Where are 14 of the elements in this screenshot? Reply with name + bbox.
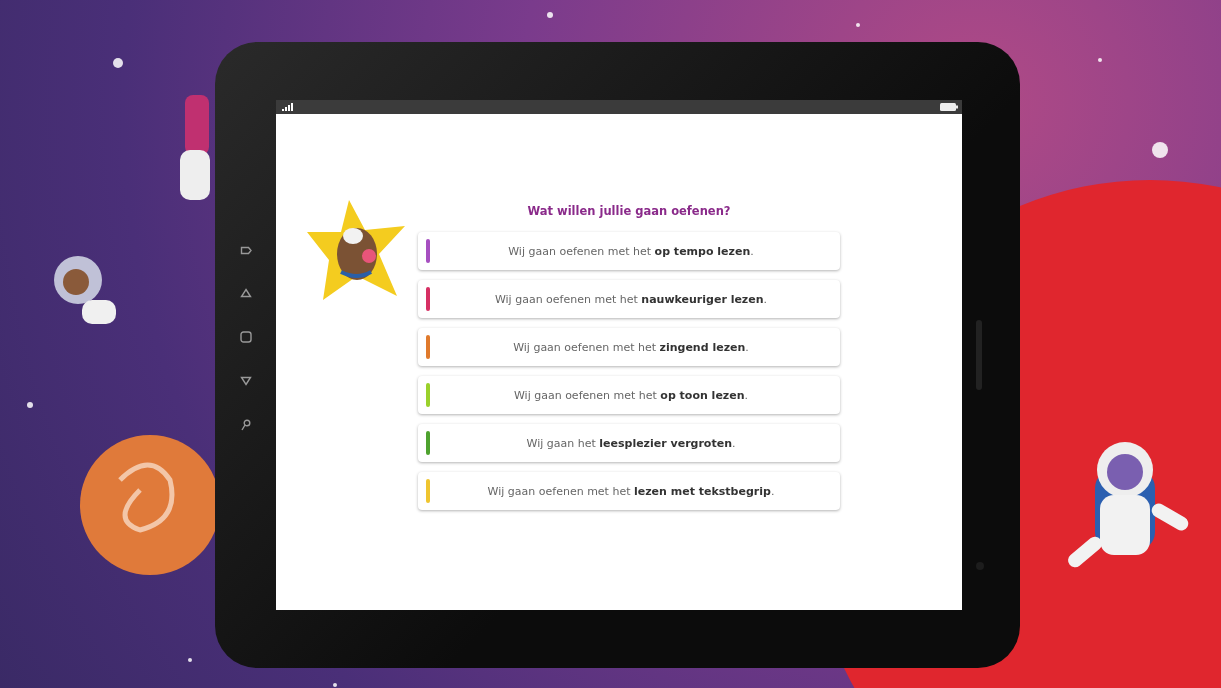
up-icon[interactable] (239, 288, 252, 298)
down-icon[interactable] (239, 376, 252, 386)
home-icon[interactable] (239, 331, 252, 343)
answer-option[interactable]: Wij gaan oefenen met het lezen met tekstbegrip. (418, 472, 840, 510)
question-title: Wat willen jullie gaan oefenen? (526, 204, 732, 218)
answer-option[interactable]: Wij gaan oefenen met het op toon lezen. (418, 376, 840, 414)
search-icon[interactable] (240, 419, 251, 431)
answer-option[interactable]: Wij gaan het leesplezier vergroten. (418, 424, 840, 462)
answer-option[interactable]: Wij gaan oefenen met het zingend lezen. (418, 328, 840, 366)
answer-option[interactable]: Wij gaan oefenen met het nauwkeuriger lezen. (418, 280, 840, 318)
answer-option[interactable]: Wij gaan oefenen met het op tempo lezen. (418, 232, 840, 270)
battery-icon (940, 103, 958, 111)
tag-icon[interactable] (239, 246, 252, 255)
signal-icon (282, 103, 294, 111)
